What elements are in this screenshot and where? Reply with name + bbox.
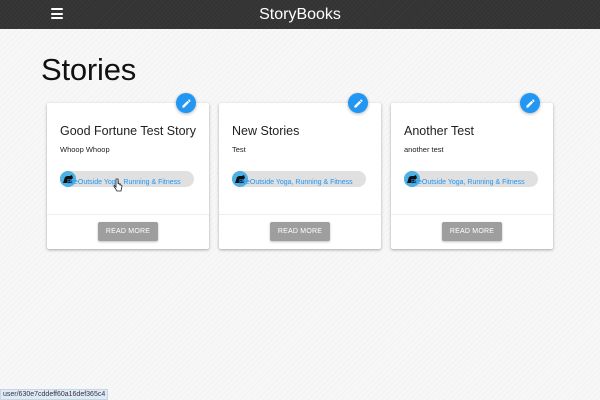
- card-divider: [219, 214, 381, 215]
- edit-icon: [353, 98, 363, 108]
- story-card: Good Fortune Test Story Whoop Whoop BreO…: [47, 93, 209, 249]
- story-title: Another Test: [404, 124, 474, 138]
- brand-logo[interactable]: StoryBooks: [0, 0, 600, 29]
- story-description: Test: [232, 145, 246, 154]
- mouse-cursor-icon: [113, 178, 123, 192]
- story-card: Another Test another test BreOutside Yog…: [391, 93, 553, 249]
- status-bar-url: user/630e7cddeff60a16def365c4: [0, 389, 109, 400]
- story-title: New Stories: [232, 124, 300, 138]
- story-card: New Stories Test BreOutside Yoga, Runnin…: [219, 93, 381, 249]
- story-title: Good Fortune Test Story: [60, 124, 196, 138]
- author-name-link[interactable]: BreOutside Yoga, Running & Fitness: [239, 175, 359, 191]
- card-divider: [47, 214, 209, 215]
- edit-icon: [181, 98, 191, 108]
- edit-icon: [525, 98, 535, 108]
- edit-story-button[interactable]: [520, 93, 540, 113]
- read-more-button[interactable]: READ MORE: [270, 222, 330, 241]
- edit-story-button[interactable]: [176, 93, 196, 113]
- edit-story-button[interactable]: [348, 93, 368, 113]
- story-description: another test: [404, 145, 444, 154]
- navbar: StoryBooks: [0, 0, 600, 29]
- page-title: Stories: [41, 52, 137, 87]
- author-name-link[interactable]: BreOutside Yoga, Running & Fitness: [67, 175, 187, 191]
- read-more-button[interactable]: READ MORE: [442, 222, 502, 241]
- card-divider: [391, 214, 553, 215]
- author-name-link[interactable]: BreOutside Yoga, Running & Fitness: [411, 175, 531, 191]
- story-description: Whoop Whoop: [60, 145, 110, 154]
- read-more-button[interactable]: READ MORE: [98, 222, 158, 241]
